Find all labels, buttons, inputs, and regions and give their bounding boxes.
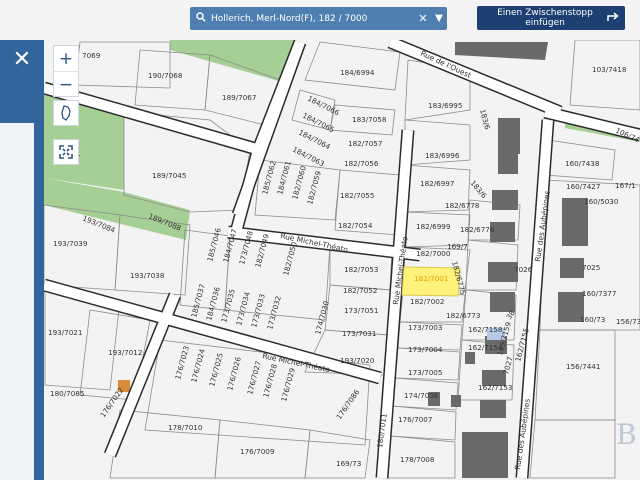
parcel-label: 189/7067 [222, 93, 256, 102]
parcel-label: 189/7045 [152, 171, 186, 180]
parcel-label: 182/7000 [416, 249, 451, 258]
parcel-label: 182/7057 [348, 139, 382, 148]
parcel-label: 182/7054 [338, 221, 373, 230]
search-field[interactable]: Hollerich, Merl-Nord(F), 182 / 7000 ✕ ▼ [190, 7, 447, 30]
parcel-label: 193/7020 [340, 356, 375, 365]
parcel-label: 190/7068 [148, 71, 183, 80]
parcel-label: 182/7055 [340, 191, 374, 200]
parcel-label: 182/7002 [410, 297, 444, 306]
close-icon[interactable]: ✕ [415, 12, 431, 25]
parcel-label: 173/7051 [344, 306, 378, 315]
zoom-controls: + − [53, 45, 79, 97]
parcel-label: 193/7021 [48, 328, 82, 337]
parcel-label: 182/7056 [344, 159, 379, 168]
zoom-in-button[interactable]: + [54, 46, 78, 72]
parcel-label: 193/7039 [53, 239, 88, 248]
parcel-label: 184/6994 [340, 68, 375, 77]
cadastral-map[interactable]: B Rue de l'OuestRue Michel-ThéatoRue Mic… [0, 0, 640, 480]
parcel-label: 182/6778 [445, 201, 480, 210]
parcel-label: 183/7058 [352, 115, 387, 124]
parcel-label: 173/7003 [408, 323, 442, 332]
parcel-label: 156/7441 [566, 362, 600, 371]
parcel-label: 173/7031 [342, 329, 376, 338]
parcel-label: 182/6773 [446, 311, 480, 320]
add-stop-button[interactable]: Einen Zwischenstopp einfügen [477, 6, 625, 30]
zoom-out-button[interactable]: − [54, 72, 78, 97]
parcel-label: 160/73 [580, 315, 605, 324]
parcel-label: 160/7427 [566, 182, 600, 191]
watermark-logo: B [616, 418, 637, 451]
parcel-label: 160/5030 [584, 197, 619, 206]
parcel-label: 182/6999 [416, 222, 451, 231]
parcel-label: 182/6997 [420, 179, 454, 188]
parcel-label: 183/6995 [428, 101, 462, 110]
parcel-label: 156/7364 [616, 317, 640, 326]
parcel-label: 178/7008 [400, 455, 435, 464]
close-icon[interactable]: ✕ [0, 40, 44, 78]
side-panel-content [0, 123, 34, 480]
parcel-label: 7069 [82, 51, 101, 60]
fullscreen-icon[interactable] [53, 139, 79, 165]
parcel-label: 7026 [514, 265, 533, 274]
parcel-label: 169/7 [447, 242, 468, 251]
parcel-label: 182/7001 [414, 274, 448, 283]
search-icon [196, 12, 206, 25]
parcel-label: 162/7153 [478, 383, 512, 392]
parcel-label: 167/1 [615, 181, 636, 190]
parcel-label: 160/7438 [565, 159, 600, 168]
parcel-label: 183/6996 [425, 151, 460, 160]
parcel-label: 160/7377 [582, 289, 616, 298]
parcel-label: 176/7007 [398, 415, 432, 424]
parcel-label: 173/7004 [408, 345, 443, 354]
parcel-label: 176/7009 [240, 447, 275, 456]
parcel-label: 174/7006 [404, 391, 439, 400]
parcel-label: 7025 [582, 263, 600, 272]
parcel-label: 103/7418 [592, 65, 627, 74]
chevron-down-icon[interactable]: ▼ [431, 13, 447, 24]
luxembourg-outline-icon[interactable] [53, 100, 79, 126]
parcel-label: 178/7010 [168, 423, 203, 432]
turn-right-arrow-icon [607, 11, 619, 25]
add-stop-label: Einen Zwischenstopp einfügen [497, 8, 593, 28]
parcel-label: 182/7053 [344, 265, 378, 274]
parcel-label: 169/73 [336, 459, 361, 468]
parcel-label: 193/7012 [108, 348, 142, 357]
side-panel: ✕ [0, 40, 44, 480]
parcel-label: 182/6776 [460, 225, 495, 234]
parcel-label: 162/7158 [468, 325, 503, 334]
search-query[interactable]: Hollerich, Merl-Nord(F), 182 / 7000 [211, 14, 415, 24]
parcel-label: 182/7052 [343, 286, 377, 295]
parcel-label: 173/7005 [408, 368, 442, 377]
parcel-label: 193/7038 [130, 271, 165, 280]
parcel-label: 180/7085 [50, 389, 84, 398]
svg-text:B: B [616, 418, 637, 451]
